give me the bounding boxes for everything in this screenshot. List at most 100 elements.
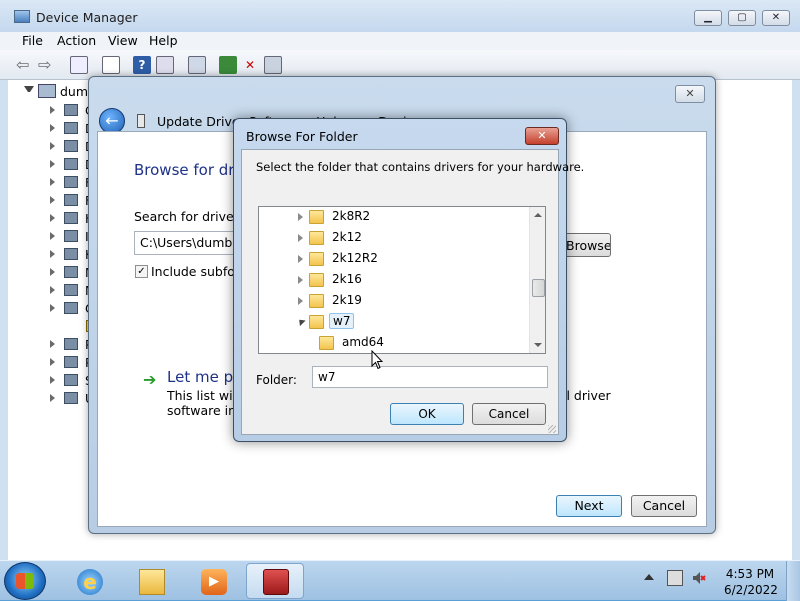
uninstall-icon[interactable]: ✕	[241, 56, 259, 74]
scroll-down-icon[interactable]	[534, 343, 542, 347]
scroll-thumb[interactable]	[532, 279, 545, 297]
folder-tree-item[interactable]: amd64	[259, 333, 529, 353]
folder-icon	[309, 231, 324, 245]
back-arrow-icon[interactable]: ⇦	[16, 56, 34, 74]
expand-arrow-icon[interactable]	[50, 178, 55, 186]
minimize-button[interactable]: ▁	[694, 10, 722, 26]
menu-file[interactable]: File	[22, 33, 43, 48]
show-hide-console-tree-icon[interactable]	[70, 56, 88, 74]
ok-button[interactable]: OK	[390, 403, 464, 425]
device-category-row[interactable]: Fl	[30, 174, 96, 192]
folder-input[interactable]: w7	[312, 366, 548, 388]
device-category-row[interactable]: Pr	[30, 354, 97, 372]
taskbar-device-manager[interactable]	[246, 563, 304, 599]
cancel-button[interactable]: Cancel	[631, 495, 697, 517]
folder-tree-item[interactable]: w7	[259, 312, 529, 333]
clock-time[interactable]: 4:53 PM	[724, 567, 776, 581]
show-hidden-icons-icon[interactable]	[644, 574, 654, 580]
maximize-button[interactable]: ▢	[728, 10, 756, 26]
menu-action[interactable]: Action	[57, 33, 96, 48]
folder-tree-item[interactable]: 2k12	[259, 228, 529, 249]
disable-device-icon[interactable]	[264, 56, 282, 74]
device-category-row[interactable]: Di	[30, 138, 98, 156]
network-status-icon[interactable]	[667, 570, 683, 586]
menu-help[interactable]: Help	[149, 33, 178, 48]
properties-icon[interactable]	[102, 56, 120, 74]
browse-heading: Browse for dri	[134, 161, 239, 179]
expand-arrow-icon[interactable]	[50, 142, 55, 150]
expand-arrow-icon[interactable]	[50, 214, 55, 222]
scan-hardware-icon[interactable]	[188, 56, 206, 74]
expand-arrow-icon[interactable]	[50, 196, 55, 204]
include-subfolders-checkbox[interactable]: ✓	[135, 265, 148, 278]
hid-icon	[64, 212, 78, 224]
update-driver-icon[interactable]	[219, 56, 237, 74]
help-icon[interactable]: ?	[133, 56, 151, 74]
device-category-row[interactable]: ID	[30, 228, 98, 246]
update-driver-close-button[interactable]: ✕	[675, 85, 705, 103]
device-category-row[interactable]: Co	[30, 102, 101, 120]
device-category-row[interactable]: DV	[30, 156, 103, 174]
expand-arrow-icon[interactable]	[50, 376, 55, 384]
browse-for-folder-close-button[interactable]: ✕	[525, 127, 559, 145]
expand-arrow-icon[interactable]	[50, 286, 55, 294]
scroll-up-icon[interactable]	[534, 213, 542, 217]
device-category-row[interactable]: Ke	[30, 246, 100, 264]
expand-arrow-icon[interactable]	[298, 234, 303, 242]
device-category-row[interactable]	[30, 318, 100, 336]
folder-tree-scrollbar[interactable]	[529, 207, 545, 353]
menu-view[interactable]: View	[108, 33, 138, 48]
expand-arrow-icon[interactable]	[50, 304, 55, 312]
action-pane-icon[interactable]	[156, 56, 174, 74]
device-category-row[interactable]: Di	[30, 120, 98, 138]
expand-arrow-icon[interactable]	[298, 276, 303, 284]
browse-cancel-button[interactable]: Cancel	[472, 403, 546, 425]
expand-arrow-icon[interactable]	[50, 340, 55, 348]
device-category-row[interactable]: M	[30, 282, 96, 300]
device-category-row[interactable]: Po	[30, 336, 100, 354]
folder-icon	[309, 294, 324, 308]
device-category-row[interactable]: Ur	[30, 390, 99, 408]
expand-arrow-icon[interactable]	[298, 213, 303, 221]
device-category-row[interactable]: Ot	[30, 300, 100, 318]
device-manager-titlebar[interactable]: Device Manager ▁ ▢ ✕	[0, 0, 800, 32]
forward-arrow-icon[interactable]: ⇨	[38, 56, 56, 74]
folder-label-text: 2k8R2	[332, 209, 371, 223]
expand-arrow-icon[interactable]	[50, 358, 55, 366]
clock-date[interactable]: 6/2/2022	[724, 583, 778, 597]
show-desktop-button[interactable]	[786, 561, 800, 601]
expand-arrow-icon[interactable]	[50, 124, 55, 132]
folder-tree-item[interactable]: 2k8R2	[259, 207, 529, 228]
expand-arrow-icon[interactable]	[298, 255, 303, 263]
expand-arrow-icon[interactable]	[50, 106, 55, 114]
expand-arrow-icon[interactable]	[50, 232, 55, 240]
taskbar-media-player[interactable]: ▶	[184, 563, 242, 599]
mouse-icon	[64, 266, 78, 278]
folder-tree-item[interactable]: 2k12R2	[259, 249, 529, 270]
folder-label-text: 2k12R2	[332, 251, 378, 265]
folder-tree-item[interactable]: 2k16	[259, 270, 529, 291]
expand-arrow-icon[interactable]	[298, 297, 303, 305]
volume-muted-icon[interactable]	[691, 570, 707, 586]
disk-drive-icon	[64, 122, 78, 134]
expand-arrow-icon[interactable]	[50, 268, 55, 276]
next-button[interactable]: Next	[556, 495, 622, 517]
taskbar-file-explorer[interactable]	[122, 563, 180, 599]
taskbar-internet-explorer[interactable]: e	[60, 563, 118, 599]
root-collapse-icon[interactable]	[24, 86, 34, 96]
folder-tree[interactable]: 2k8R2 2k12 2k12R2 2k16 2k19 w7 amd64	[258, 206, 546, 354]
floppy-controller-icon	[64, 176, 78, 188]
folder-tree-item[interactable]: 2k19	[259, 291, 529, 312]
device-category-row[interactable]: Sy	[30, 372, 100, 390]
folder-icon	[309, 252, 324, 266]
device-category-row[interactable]: Fl	[30, 192, 96, 210]
close-button[interactable]: ✕	[762, 10, 790, 26]
expand-arrow-icon[interactable]	[50, 160, 55, 168]
expand-arrow-icon[interactable]	[50, 250, 55, 258]
resize-grip[interactable]	[548, 425, 556, 433]
start-button[interactable]	[4, 562, 46, 600]
device-category-row[interactable]: M	[30, 264, 96, 282]
device-category-row[interactable]: Hu	[30, 210, 102, 228]
collapse-arrow-icon[interactable]	[296, 316, 306, 327]
expand-arrow-icon[interactable]	[50, 394, 55, 402]
